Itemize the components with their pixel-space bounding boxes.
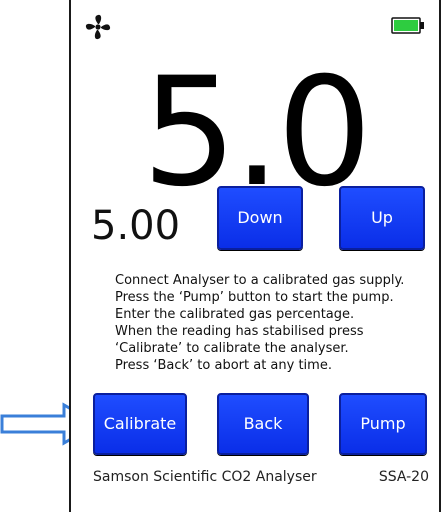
instruction-line: Press ‘Back’ to abort at any time. bbox=[115, 358, 332, 373]
calibrate-button[interactable]: Calibrate bbox=[93, 393, 187, 455]
fan-icon bbox=[85, 14, 111, 40]
calibration-value: 5.00 bbox=[91, 203, 181, 249]
down-button[interactable]: Down bbox=[217, 186, 303, 250]
back-button[interactable]: Back bbox=[217, 393, 309, 455]
analyser-screen: 5.0 5.00 Down Up Connect Analyser to a c… bbox=[69, 0, 441, 512]
up-button[interactable]: Up bbox=[339, 186, 425, 250]
instruction-line: Enter the calibrated gas percentage. bbox=[115, 307, 355, 322]
instructions-text: Connect Analyser to a calibrated gas sup… bbox=[115, 272, 435, 374]
instruction-line: Connect Analyser to a calibrated gas sup… bbox=[115, 273, 405, 288]
instruction-line: ‘Calibrate’ to calibrate the analyser. bbox=[115, 341, 349, 356]
instruction-line: When the reading has stabilised press bbox=[115, 324, 364, 339]
battery-icon bbox=[391, 17, 424, 34]
device-model: SSA-20 bbox=[378, 469, 429, 485]
device-name: Samson Scientific CO2 Analyser bbox=[93, 469, 317, 485]
instruction-line: Press the ‘Pump’ button to start the pum… bbox=[115, 290, 394, 305]
pump-button[interactable]: Pump bbox=[339, 393, 427, 455]
